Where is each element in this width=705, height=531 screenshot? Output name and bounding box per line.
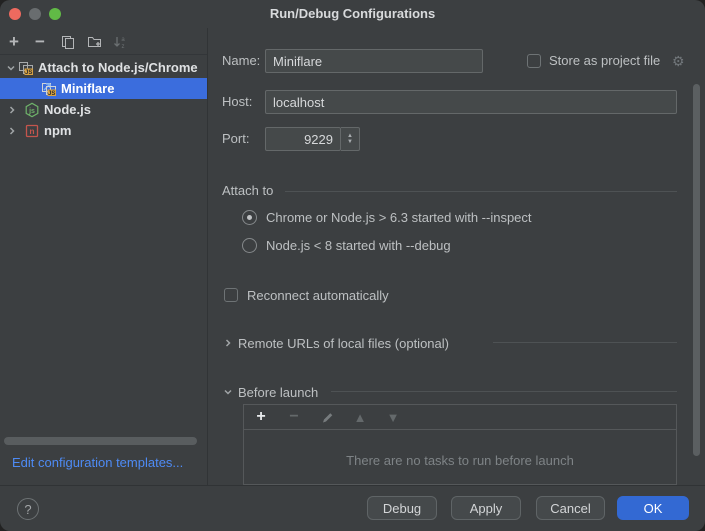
- remove-configuration-icon[interactable]: −: [30, 28, 50, 55]
- tree-item-attach-group[interactable]: JS Attach to Node.js/Chrome: [0, 57, 207, 78]
- radio-label: Chrome or Node.js > 6.3 started with --i…: [266, 210, 532, 225]
- radio-label: Node.js < 8 started with --debug: [266, 238, 451, 253]
- name-input[interactable]: [265, 49, 483, 73]
- before-launch-empty-text: There are no tasks to run before launch: [244, 453, 676, 468]
- tree-item-nodejs[interactable]: js Node.js: [0, 99, 207, 120]
- npm-icon: n: [24, 123, 40, 139]
- svg-text:JS: JS: [25, 70, 32, 76]
- edit-configuration-templates-link[interactable]: Edit configuration templates...: [12, 453, 183, 473]
- store-as-project-file-checkbox[interactable]: [527, 54, 541, 68]
- sort-configurations-icon[interactable]: a z: [110, 28, 130, 55]
- gear-icon[interactable]: ⚙: [672, 52, 685, 70]
- chevron-down-icon[interactable]: [6, 63, 16, 73]
- radio-selected-icon[interactable]: [242, 210, 257, 225]
- tree-item-label: npm: [44, 123, 71, 138]
- dialog-footer: ? Debug Apply Cancel OK: [0, 485, 705, 531]
- configurations-tree: JS Attach to Node.js/Chrome JS Miniflar: [0, 57, 207, 141]
- reconnect-label: Reconnect automatically: [247, 288, 389, 303]
- sidebar-toolbar: + − a z: [0, 28, 207, 55]
- host-input[interactable]: [265, 90, 677, 114]
- radio-option-debug[interactable]: Node.js < 8 started with --debug: [242, 236, 451, 254]
- port-label: Port:: [222, 127, 249, 151]
- form-vertical-scrollbar[interactable]: [693, 84, 700, 456]
- minimize-button: [29, 8, 41, 20]
- attach-to-section-label: Attach to: [222, 179, 273, 203]
- svg-text:a: a: [121, 37, 125, 43]
- store-as-project-file-label: Store as project file: [549, 49, 660, 73]
- reconnect-automatically-row[interactable]: Reconnect automatically: [224, 286, 389, 304]
- svg-text:z: z: [122, 44, 125, 49]
- add-task-icon[interactable]: +: [253, 408, 269, 426]
- remote-urls-section-toggle[interactable]: Remote URLs of local files (optional): [222, 334, 449, 352]
- attach-config-icon: JS: [41, 81, 57, 97]
- tree-item-label: Miniflare: [61, 81, 114, 96]
- move-task-up-icon[interactable]: ▲: [352, 410, 368, 425]
- edit-task-icon[interactable]: [319, 411, 335, 424]
- section-divider: [331, 391, 677, 392]
- before-launch-toolbar: + − ▲ ▼: [244, 405, 676, 430]
- section-divider: [285, 191, 677, 192]
- tree-item-miniflare[interactable]: JS Miniflare: [0, 78, 207, 99]
- before-launch-section-toggle[interactable]: Before launch: [222, 383, 318, 401]
- new-folder-icon[interactable]: [84, 28, 104, 55]
- remove-task-icon[interactable]: −: [286, 408, 302, 426]
- move-task-down-icon[interactable]: ▼: [385, 410, 401, 425]
- chevron-right-icon[interactable]: [7, 126, 17, 136]
- help-button[interactable]: ?: [17, 498, 39, 520]
- chevron-down-icon[interactable]: [222, 387, 234, 397]
- configurations-sidebar: + − a z: [0, 28, 208, 485]
- cancel-button[interactable]: Cancel: [536, 496, 605, 520]
- section-divider: [493, 342, 677, 343]
- radio-option-inspect[interactable]: Chrome or Node.js > 6.3 started with --i…: [242, 208, 532, 226]
- debug-button[interactable]: Debug: [367, 496, 437, 520]
- svg-text:js: js: [28, 108, 35, 115]
- svg-text:n: n: [29, 126, 34, 136]
- svg-text:JS: JS: [48, 91, 55, 97]
- reconnect-checkbox[interactable]: [224, 288, 238, 302]
- before-launch-panel: + − ▲ ▼ There are no tasks to run before…: [243, 404, 677, 485]
- before-launch-section-label: Before launch: [238, 385, 318, 400]
- tree-item-label: Attach to Node.js/Chrome: [38, 60, 198, 75]
- add-configuration-icon[interactable]: +: [4, 28, 24, 55]
- port-input[interactable]: [265, 127, 341, 151]
- radio-unselected-icon[interactable]: [242, 238, 257, 253]
- sidebar-horizontal-scrollbar[interactable]: [4, 437, 197, 445]
- attach-config-type-icon: JS: [18, 60, 34, 76]
- name-label: Name:: [222, 49, 260, 73]
- dialog-title: Run/Debug Configurations: [0, 0, 705, 28]
- chevron-right-icon[interactable]: [7, 105, 17, 115]
- title-bar: Run/Debug Configurations: [0, 0, 705, 28]
- host-label: Host:: [222, 90, 252, 114]
- stepper-down-icon[interactable]: ▼: [347, 139, 353, 145]
- copy-configuration-icon[interactable]: [58, 28, 78, 55]
- configuration-form: Name: Store as project file ⚙ Host: Port…: [209, 28, 705, 485]
- close-button[interactable]: [9, 8, 21, 20]
- chevron-right-icon[interactable]: [222, 338, 234, 348]
- ok-button[interactable]: OK: [617, 496, 689, 520]
- apply-button[interactable]: Apply: [451, 496, 521, 520]
- run-debug-configurations-dialog: Run/Debug Configurations + −: [0, 0, 705, 531]
- nodejs-icon: js: [24, 102, 40, 118]
- port-stepper[interactable]: ▲ ▼: [341, 127, 360, 151]
- tree-item-npm[interactable]: n npm: [0, 120, 207, 141]
- tree-item-label: Node.js: [44, 102, 91, 117]
- remote-urls-section-label: Remote URLs of local files (optional): [238, 336, 449, 351]
- zoom-button[interactable]: [49, 8, 61, 20]
